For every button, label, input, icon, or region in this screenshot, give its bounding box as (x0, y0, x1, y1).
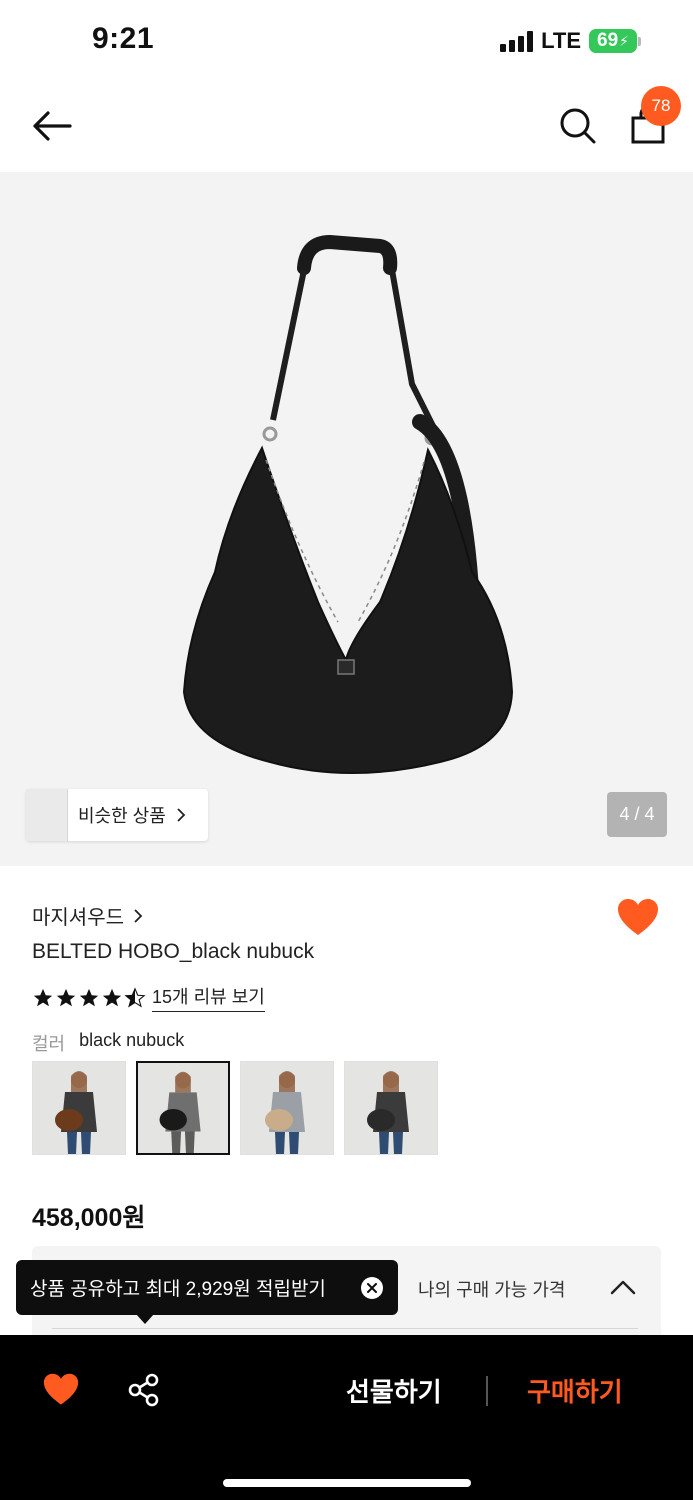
status-bar: 9:21 LTE 69 ⚡ (0, 0, 693, 84)
heart-icon (43, 1373, 79, 1405)
share-button[interactable] (126, 1372, 162, 1408)
color-option-thumbnail[interactable] (32, 1061, 126, 1155)
bottom-divider (486, 1376, 488, 1406)
cart-count-badge: 78 (641, 86, 681, 126)
status-time: 9:21 (92, 22, 155, 55)
color-label: 컬러 (32, 1034, 66, 1054)
search-icon (560, 108, 596, 144)
battery-level: 69 (597, 30, 619, 51)
color-value: black nubuck (79, 1030, 185, 1050)
buy-button[interactable]: 구매하기 (527, 1372, 623, 1409)
product-price: 458,000원 (32, 1204, 146, 1232)
back-arrow-icon (33, 111, 72, 141)
home-indicator (223, 1479, 471, 1487)
share-reward-tooltip: 상품 공유하고 최대 2,929원 적립받기 (16, 1260, 398, 1315)
chevron-right-icon (134, 908, 143, 923)
star-rating (32, 986, 146, 1009)
back-button[interactable] (30, 106, 74, 146)
image-page-indicator: 4 / 4 (607, 792, 667, 837)
signal-icon (500, 30, 534, 52)
product-image (182, 234, 514, 774)
color-options (32, 1061, 438, 1155)
close-icon (367, 1283, 377, 1293)
color-option-thumbnail[interactable] (136, 1061, 230, 1155)
tooltip-text: 상품 공유하고 최대 2,929원 적립받기 (30, 1279, 326, 1300)
star-full-icon (33, 988, 53, 1006)
color-option-thumbnail[interactable] (344, 1061, 438, 1155)
model-photo (138, 1063, 228, 1153)
star-half-icon (124, 986, 146, 1007)
star-full-icon (79, 988, 99, 1006)
top-nav (0, 84, 693, 172)
tooltip-close-button[interactable] (361, 1277, 383, 1299)
color-row: 컬러 black nubuck (32, 1030, 184, 1056)
model-photo (33, 1062, 125, 1154)
star-full-icon (56, 988, 76, 1006)
wishlist-button[interactable] (616, 897, 660, 939)
panel-divider (52, 1328, 638, 1329)
heart-icon (618, 899, 658, 935)
tooltip-arrow (136, 1314, 154, 1324)
color-option-thumbnail[interactable] (240, 1061, 334, 1155)
rating-row: 15개 리뷰 보기 (32, 983, 265, 1012)
chevron-up-icon[interactable] (610, 1276, 636, 1298)
model-photo (345, 1062, 437, 1154)
gift-button[interactable]: 선물하기 (346, 1372, 442, 1409)
product-title: BELTED HOBO_black nubuck (32, 940, 315, 963)
similar-products-thumbnails (26, 789, 68, 841)
battery-icon: 69 ⚡ (589, 29, 641, 53)
search-button[interactable] (556, 104, 600, 148)
similar-products-button[interactable]: 비슷한 상품 (26, 789, 208, 841)
brand-link[interactable]: 마지셔우드 (32, 901, 144, 930)
model-photo (241, 1062, 333, 1154)
review-link[interactable]: 15개 리뷰 보기 (152, 983, 265, 1012)
share-icon (128, 1373, 159, 1407)
brand-name: 마지셔우드 (32, 907, 124, 929)
bottom-wishlist-button[interactable] (42, 1372, 80, 1408)
chevron-right-icon (177, 808, 186, 822)
similar-products-label: 비슷한 상품 (78, 806, 166, 826)
star-full-icon (102, 988, 122, 1006)
status-indicators: LTE 69 ⚡ (500, 28, 641, 54)
purchase-price-label: 나의 구매 가능 가격 (418, 1280, 566, 1300)
product-image-gallery[interactable]: 비슷한 상품 4 / 4 (0, 172, 693, 866)
bottom-action-bar (0, 1335, 693, 1500)
network-type: LTE (541, 28, 581, 53)
